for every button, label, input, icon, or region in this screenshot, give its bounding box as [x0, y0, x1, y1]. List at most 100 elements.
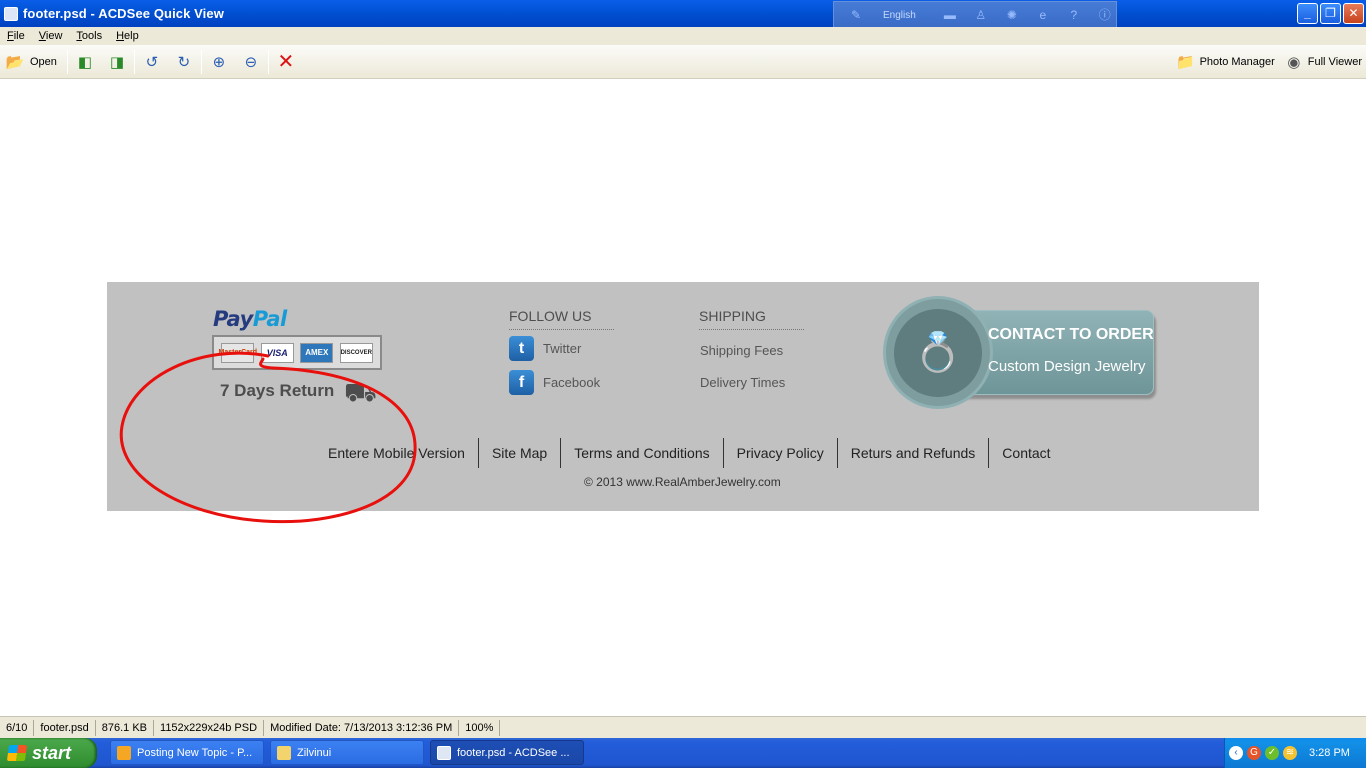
full-viewer-label: Full Viewer — [1307, 55, 1362, 68]
menu-view-label: iew — [45, 30, 63, 42]
rotate-right-icon[interactable]: ↻ — [173, 51, 195, 73]
start-label: start — [32, 742, 72, 763]
image-viewport[interactable]: PayPal MasterCard VISA AMEX DISCOVER 7 D… — [0, 79, 1366, 716]
menu-tools[interactable]: Tools — [76, 30, 102, 42]
toolbar-separator — [66, 49, 68, 74]
title-bar: footer.psd - ACDSee Quick View — [0, 0, 1366, 27]
footer-links: Entere Mobile Version Site Map Terms and… — [315, 438, 1064, 468]
window-title: footer.psd - ACDSee Quick View — [23, 6, 224, 21]
full-viewer-icon: ◉ — [1287, 53, 1301, 71]
rotate-left-icon[interactable]: ↺ — [141, 51, 163, 73]
zoom-in-icon[interactable]: ⊕ — [208, 51, 230, 73]
photo-manager-icon: 📁 — [1176, 53, 1195, 71]
menu-file-label: ile — [13, 30, 25, 42]
restore-button[interactable]: ❐ — [1320, 3, 1341, 24]
language-selector[interactable]: English — [883, 10, 916, 21]
copyright-text: © 2013 www.RealAmberJewelry.com — [584, 475, 781, 489]
contact-subtitle: Custom Design Jewelry — [988, 358, 1146, 375]
tray-app-icon[interactable]: G — [1247, 746, 1261, 760]
twitter-icon: t — [509, 336, 534, 361]
delivery-times-link: Delivery Times — [700, 375, 786, 390]
status-file-size: 876.1 KB — [96, 719, 155, 736]
menu-file[interactable]: File — [7, 30, 25, 42]
status-modified-date: Modified Date: 7/13/2013 3:12:36 PM — [264, 719, 460, 736]
menu-view-key: V — [38, 30, 46, 42]
settings-icon[interactable]: ✺ — [1003, 8, 1021, 22]
system-tray: ‹ G ✓ ≋ 3:28 PM — [1224, 738, 1366, 768]
firefox-icon — [117, 745, 131, 760]
tray-expand-icon[interactable]: ‹ — [1229, 746, 1243, 760]
toolbar-separator — [133, 49, 135, 74]
delete-icon[interactable]: ✕ — [275, 51, 297, 73]
toolbar: 📂 Open ◧ ◨ ↺ ↻ ⊕ ⊖ ✕ 📁 Photo Manager ◉ F… — [0, 45, 1366, 79]
ie-icon[interactable]: e — [1034, 8, 1052, 22]
next-image-icon[interactable]: ◨ — [106, 51, 128, 73]
open-button[interactable]: 📂 Open — [0, 49, 61, 75]
start-button[interactable]: start — [0, 738, 97, 768]
previous-image-icon[interactable]: ◧ — [74, 51, 96, 73]
menu-help[interactable]: Help — [116, 30, 139, 42]
taskbar-item-label: footer.psd - ACDSee ... — [457, 746, 570, 759]
windows-logo-icon — [6, 745, 28, 761]
facebook-icon: f — [509, 370, 534, 395]
folder-icon — [277, 745, 291, 760]
menu-help-label: elp — [124, 30, 139, 42]
language-bar: ✎ English ▬ ♙ ✺ e ? ⓘ — [833, 1, 1117, 29]
taskbar: start Posting New Topic - P... Zilvinui … — [0, 738, 1366, 768]
status-filename: footer.psd — [34, 719, 96, 736]
taskbar-item-label: Zilvinui — [297, 746, 332, 759]
menu-bar: File View Tools Help — [0, 27, 1366, 45]
help-icon[interactable]: ? — [1065, 8, 1083, 22]
status-zoom: 100% — [459, 719, 501, 736]
footer-link-returns: Returs and Refunds — [850, 445, 976, 461]
clock[interactable]: 3:28 PM — [1309, 747, 1350, 759]
toolbar-separator — [267, 49, 269, 74]
taskbar-item-folder[interactable]: Zilvinui — [270, 740, 424, 765]
full-viewer-button[interactable]: ◉ Full Viewer — [1279, 49, 1366, 75]
follow-us-heading: FOLLOW US — [509, 308, 615, 330]
contact-title: CONTACT TO ORDER — [988, 326, 1154, 343]
taskbar-item-acdsee[interactable]: footer.psd - ACDSee ... — [430, 740, 584, 765]
facebook-label: Facebook — [543, 375, 601, 390]
menu-tools-label: ools — [81, 30, 103, 42]
info-icon[interactable]: ⓘ — [1096, 8, 1114, 22]
folder-open-icon: 📂 — [5, 53, 25, 71]
status-image-index: 6/10 — [0, 719, 35, 736]
keyboard-icon[interactable]: ▬ — [941, 8, 959, 22]
menu-file-key: F — [7, 30, 14, 42]
paypal-logo-pal: Pal — [252, 307, 287, 331]
menu-help-key: H — [116, 30, 125, 42]
shipping-heading: SHIPPING — [699, 308, 804, 330]
handwriting-icon[interactable]: ✎ — [847, 8, 865, 22]
menu-view[interactable]: View — [39, 30, 63, 42]
facebook-link: f Facebook — [509, 370, 600, 395]
taskbar-item-label: Posting New Topic - P... — [137, 746, 253, 759]
microphone-icon[interactable]: ♙ — [972, 8, 990, 22]
photo-manager-button[interactable]: 📁 Photo Manager — [1171, 49, 1279, 75]
tray-network-icon[interactable]: ≋ — [1283, 746, 1297, 760]
red-annotation-circle — [119, 351, 417, 524]
close-window-button[interactable]: ✕ — [1343, 3, 1364, 24]
tray-security-icon[interactable]: ✓ — [1265, 746, 1279, 760]
shipping-fees-link: Shipping Fees — [700, 343, 784, 358]
footer-link-privacy: Privacy Policy — [736, 445, 824, 461]
footer-link-contact: Contact — [1002, 445, 1051, 461]
status-bar: 6/10 footer.psd 876.1 KB 1152x229x24b PS… — [0, 716, 1366, 738]
open-label: Open — [30, 55, 57, 68]
photo-manager-label: Photo Manager — [1199, 55, 1275, 68]
paypal-logo: PayPal — [213, 307, 287, 331]
footer-link-sitemap: Site Map — [491, 445, 548, 461]
taskbar-item-firefox[interactable]: Posting New Topic - P... — [110, 740, 264, 765]
twitter-label: Twitter — [543, 341, 582, 356]
zoom-out-icon[interactable]: ⊖ — [240, 51, 262, 73]
footer-link-terms: Terms and Conditions — [574, 445, 710, 461]
twitter-link: t Twitter — [509, 336, 581, 361]
minimize-button[interactable]: _ — [1297, 3, 1318, 24]
acdsee-app-icon[interactable] — [4, 6, 18, 21]
status-dimensions: 1152x229x24b PSD — [154, 719, 265, 736]
paypal-logo-pay: Pay — [213, 307, 253, 331]
ring-medallion: 💍 — [886, 299, 990, 406]
contact-badge: 💍 CONTACT TO ORDER Custom Design Jewelry — [886, 299, 1154, 406]
toolbar-separator — [200, 49, 202, 74]
acdsee-icon — [437, 745, 451, 760]
